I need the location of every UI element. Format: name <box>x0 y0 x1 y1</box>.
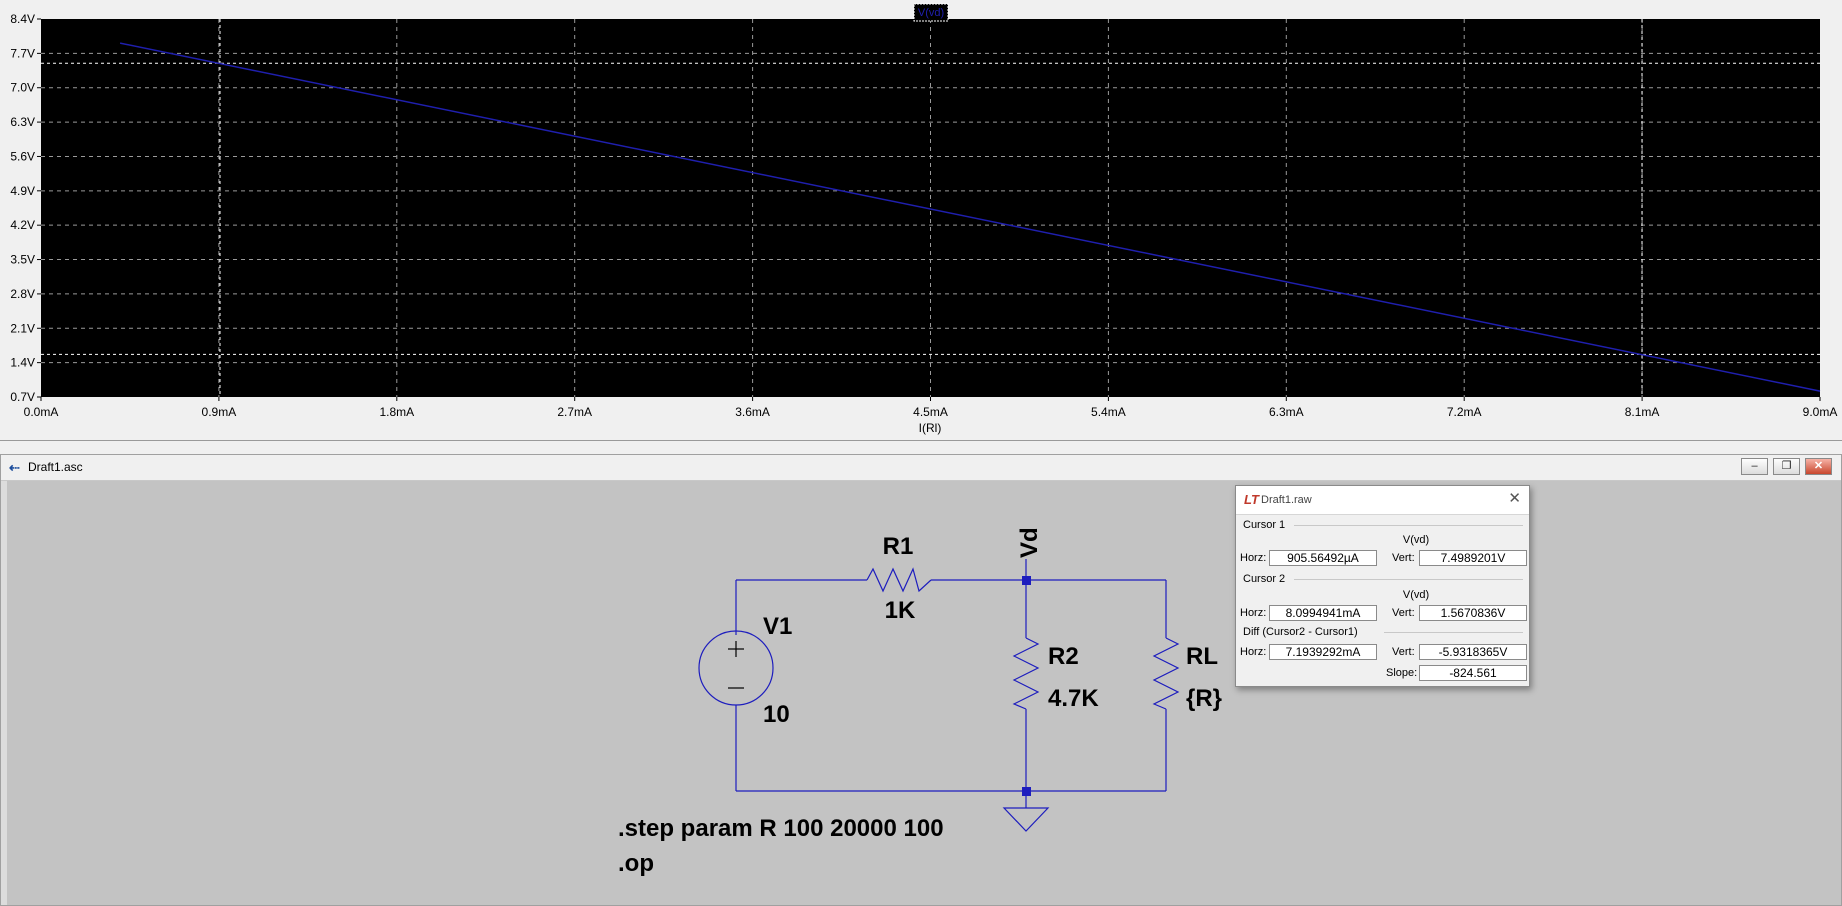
y-tick-label: 5.6V <box>10 149 35 163</box>
x-tick-label: 0.9mA <box>202 405 237 419</box>
junction-ground[interactable] <box>1022 787 1031 796</box>
directive-op[interactable]: .op <box>618 850 654 877</box>
diff-horz-field[interactable] <box>1269 644 1377 660</box>
r2-name[interactable]: R2 <box>1048 643 1079 670</box>
schematic-canvas[interactable]: R1 1K V1 10 R2 4.7K RL {R} Vd .step para… <box>7 481 1841 905</box>
net-label-vd[interactable]: Vd <box>1016 527 1043 558</box>
y-tick-label: 0.7V <box>10 390 35 404</box>
x-axis-label: I(Rl) <box>919 421 942 435</box>
cursor2-vert-field[interactable] <box>1419 605 1527 621</box>
cursor2-horz-field[interactable] <box>1269 605 1377 621</box>
x-tick-label: 2.7mA <box>557 405 592 419</box>
close-button[interactable]: ✕ <box>1805 458 1832 475</box>
r1-name[interactable]: R1 <box>883 533 914 560</box>
ltspice-logo-icon: LT <box>1244 492 1259 507</box>
x-tick-label: 9.0mA <box>1803 405 1838 419</box>
v1-name[interactable]: V1 <box>763 613 792 640</box>
diff-vert-field[interactable] <box>1419 644 1527 660</box>
x-axis-ticks: 0.0mA 0.9mA 1.8mA 2.7mA 3.6mA 4.5mA 5.4mA 6.3mA… <box>24 397 1838 419</box>
waveform-pane[interactable]: 8.4V 7.7V 7.0V 6.3V 5.6V 4.9V 4.2V 3.5V 2.8V 2.1V… <box>0 0 1842 441</box>
cursor1-horz-field[interactable] <box>1269 550 1377 566</box>
v1-value[interactable]: 10 <box>763 701 790 728</box>
y-axis-ticks: 8.4V 7.7V 7.0V 6.3V 5.6V 4.9V 4.2V 3.5V 2.8V 2.1V… <box>10 12 41 404</box>
schematic-title: Draft1.asc <box>28 460 83 474</box>
cursor-readout-dialog[interactable]: LT Draft1.raw ✕ Cursor 1 V(vd) Horz: Ver… <box>1235 485 1530 687</box>
diff-vert-label: Vert: <box>1392 646 1415 658</box>
cursor2-label: Cursor 2 <box>1243 573 1286 585</box>
dialog-close-icon[interactable]: ✕ <box>1508 489 1521 507</box>
x-tick-label: 7.2mA <box>1447 405 1482 419</box>
dialog-titlebar[interactable]: LT Draft1.raw ✕ <box>1236 486 1529 515</box>
minimize-button[interactable]: – <box>1741 458 1768 475</box>
cursor1-vert-label: Vert: <box>1392 552 1415 564</box>
rl-name[interactable]: RL <box>1186 643 1218 670</box>
y-tick-label: 8.4V <box>10 12 35 26</box>
resistor-rl[interactable] <box>1152 637 1180 710</box>
cursor1-label: Cursor 1 <box>1243 519 1286 531</box>
x-tick-label: 0.0mA <box>24 405 59 419</box>
ground-symbol[interactable] <box>1002 807 1050 832</box>
slope-field[interactable] <box>1419 665 1527 681</box>
y-tick-label: 7.7V <box>10 46 35 60</box>
schematic-titlebar[interactable]: ⇠ Draft1.asc – ❐ ✕ <box>1 455 1841 481</box>
circuit-diagram[interactable]: R1 1K V1 10 R2 4.7K RL {R} Vd .step para… <box>7 481 1841 905</box>
y-tick-label: 1.4V <box>10 356 35 370</box>
y-tick-label: 3.5V <box>10 253 35 267</box>
x-tick-label: 5.4mA <box>1091 405 1126 419</box>
slope-label: Slope: <box>1386 667 1418 679</box>
diff-label: Diff (Cursor2 - Cursor1) <box>1243 626 1358 638</box>
y-tick-label: 2.1V <box>10 321 35 335</box>
y-tick-label: 2.8V <box>10 287 35 301</box>
resistor-r1[interactable] <box>866 567 932 593</box>
restore-button[interactable]: ❐ <box>1773 458 1800 475</box>
x-tick-label: 6.3mA <box>1269 405 1304 419</box>
y-tick-label: 6.3V <box>10 115 35 129</box>
diff-divider <box>1384 632 1523 633</box>
diff-horz-label: Horz: <box>1240 646 1267 658</box>
schematic-window[interactable]: ⇠ Draft1.asc – ❐ ✕ R1 1K V1 10 R2 4.7K R… <box>0 454 1842 906</box>
cursor1-horz-label: Horz: <box>1240 552 1267 564</box>
x-tick-label: 1.8mA <box>379 405 414 419</box>
cursor1-divider <box>1294 525 1523 526</box>
junction-vd[interactable] <box>1022 576 1031 585</box>
ltspice-schematic-icon: ⇠ <box>9 460 20 475</box>
resistor-r2[interactable] <box>1012 637 1040 710</box>
trace-label[interactable]: V(vd) <box>918 7 944 19</box>
y-tick-label: 4.2V <box>10 218 35 232</box>
rl-value[interactable]: {R} <box>1186 685 1222 712</box>
cursor1-vert-field[interactable] <box>1419 550 1527 566</box>
cursor2-vert-label: Vert: <box>1392 607 1415 619</box>
x-tick-label: 3.6mA <box>735 405 770 419</box>
r2-value[interactable]: 4.7K <box>1048 685 1099 712</box>
cursor2-divider <box>1294 579 1523 580</box>
cursor2-trace: V(vd) <box>1402 589 1430 601</box>
directive-step[interactable]: .step param R 100 20000 100 <box>618 815 944 842</box>
cursor2-horz-label: Horz: <box>1240 607 1267 619</box>
y-tick-label: 4.9V <box>10 184 35 198</box>
waveform-plot[interactable]: 8.4V 7.7V 7.0V 6.3V 5.6V 4.9V 4.2V 3.5V 2.8V 2.1V… <box>0 0 1842 440</box>
cursor1-trace: V(vd) <box>1402 534 1430 546</box>
r1-value[interactable]: 1K <box>885 597 916 624</box>
x-tick-label: 4.5mA <box>913 405 948 419</box>
dialog-title: Draft1.raw <box>1261 494 1312 506</box>
x-tick-label: 8.1mA <box>1625 405 1660 419</box>
y-tick-label: 7.0V <box>10 81 35 95</box>
